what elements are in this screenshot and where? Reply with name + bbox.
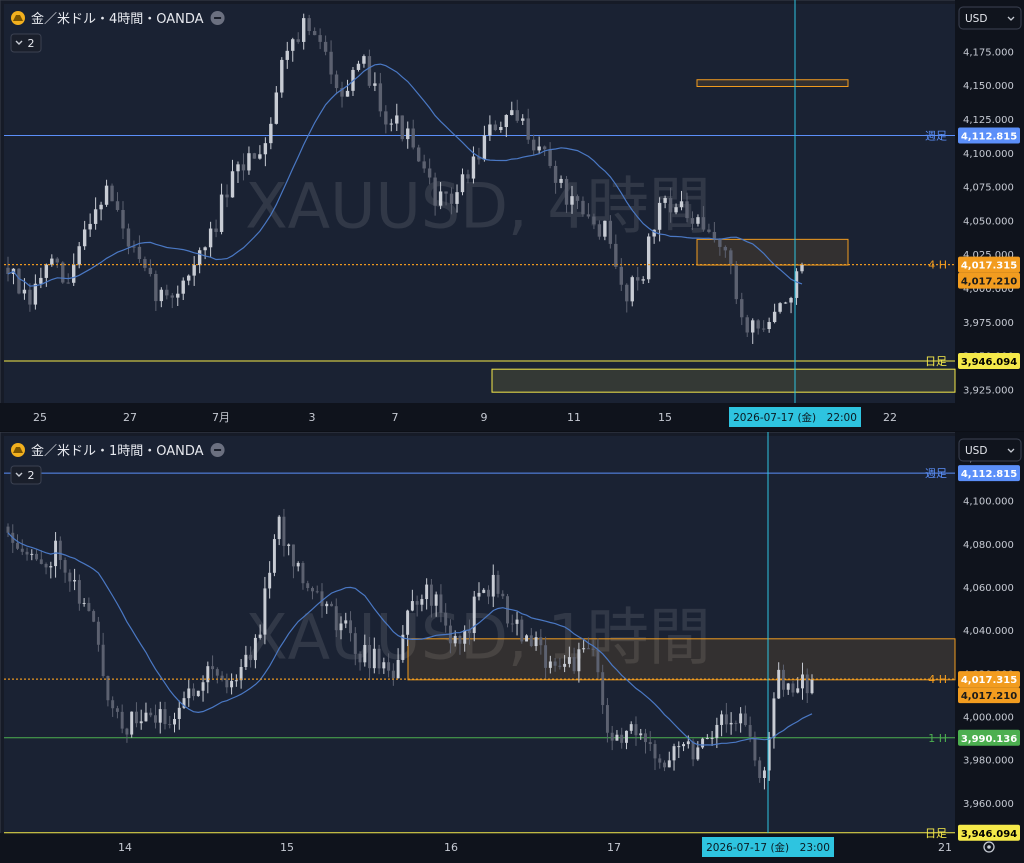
level-label-weekly: 週足: [925, 129, 947, 142]
x-tick-label: 9: [481, 411, 488, 424]
chart-panel-1h[interactable]: XAUUSD, 1時間4,120.0004,100.0004,080.0004,…: [0, 432, 1024, 863]
x-tick-label: 14: [118, 841, 132, 854]
y-tick-label: 4,050.000: [963, 216, 1014, 227]
chart-svg: XAUUSD, 4時間4,200.0004,175.0004,150.0004,…: [0, 0, 1024, 431]
x-tick-label: 7: [392, 411, 399, 424]
x-tick-label: 16: [444, 841, 458, 854]
y-tick-label: 3,975.000: [963, 318, 1014, 329]
level-label-daily: 日足: [925, 827, 947, 840]
y-tick-label: 4,150.000: [963, 81, 1014, 92]
candle[interactable]: [196, 690, 200, 697]
chart-panel-4h[interactable]: XAUUSD, 4時間4,200.0004,175.0004,150.0004,…: [0, 0, 1024, 431]
indicators-toggle-button[interactable]: [10, 33, 42, 53]
level-badge-text-daily: 3,946.094: [961, 357, 1017, 368]
four-hour-zone[interactable]: [407, 638, 956, 681]
price-badge-text: 4,017.210: [961, 691, 1017, 702]
level-label-weekly: 週足: [925, 467, 947, 480]
x-tick-label: 27: [123, 411, 137, 424]
candle[interactable]: [17, 268, 21, 295]
candle[interactable]: [272, 534, 276, 577]
level-badge-text-daily: 3,946.094: [961, 829, 1017, 840]
candle[interactable]: [110, 183, 114, 202]
x-tick-label: 11: [567, 411, 581, 424]
indicators-count: 2: [28, 469, 35, 482]
candle[interactable]: [506, 593, 510, 628]
x-tick-label: 21: [938, 841, 952, 854]
candle[interactable]: [130, 711, 134, 738]
candle[interactable]: [280, 57, 284, 98]
level-badge-text-four-hour: 4,017.315: [961, 675, 1017, 686]
x-tick-label: 17: [607, 841, 621, 854]
candle[interactable]: [400, 115, 404, 142]
y-tick-label: 4,040.000: [963, 626, 1014, 637]
candle[interactable]: [646, 233, 651, 284]
level-badge-text-weekly: 4,112.815: [961, 469, 1017, 480]
x-tick-label: 15: [280, 841, 294, 854]
x-tick-label: 7月: [212, 411, 230, 424]
price-badge-text: 4,017.210: [961, 277, 1017, 288]
daily-zone[interactable]: [491, 368, 956, 393]
level-badge-text-four-hour: 4,017.315: [961, 261, 1017, 272]
candle[interactable]: [520, 615, 524, 644]
level-badge-text-weekly: 4,112.815: [961, 131, 1017, 142]
y-tick-label: 3,980.000: [963, 756, 1014, 767]
chart-svg: XAUUSD, 1時間4,120.0004,100.0004,080.0004,…: [0, 432, 1024, 863]
y-tick-label: 4,100.000: [963, 497, 1014, 508]
y-tick-label: 4,080.000: [963, 540, 1014, 551]
y-tick-label: 4,175.000: [963, 47, 1014, 58]
x-tick-label: 22: [883, 411, 897, 424]
candle[interactable]: [701, 737, 705, 749]
candle[interactable]: [734, 261, 738, 305]
currency-label: USD: [965, 13, 987, 25]
chart-title[interactable]: 金／米ドル・1時間・OANDA: [31, 443, 204, 459]
level-label-four-hour: 4 H: [928, 673, 947, 686]
y-tick-label: 3,960.000: [963, 799, 1014, 810]
y-tick-label: 3,925.000: [963, 385, 1014, 396]
crosshair-time-label: 2026-07-17 (金) 22:00: [733, 411, 857, 424]
indicators-count: 2: [28, 37, 35, 50]
y-tick-label: 4,100.000: [963, 149, 1014, 160]
candle[interactable]: [252, 152, 257, 159]
chart-title[interactable]: 金／米ドル・4時間・OANDA: [31, 11, 204, 27]
currency-label: USD: [965, 445, 987, 457]
y-tick-label: 4,000.000: [963, 712, 1014, 723]
symbol-logo-icon: [11, 11, 25, 25]
watermark: XAUUSD, 4時間: [245, 170, 711, 243]
level-label-daily: 日足: [925, 355, 947, 368]
level-badge-text-one-hour: 3,990.136: [961, 734, 1017, 745]
upper-zone[interactable]: [696, 79, 849, 88]
crosshair-time-label: 2026-07-17 (金) 23:00: [706, 841, 830, 854]
chart-workspace: XAUUSD, 4時間4,200.0004,175.0004,150.0004,…: [0, 0, 1024, 863]
y-tick-label: 4,075.000: [963, 183, 1014, 194]
y-tick-label: 4,125.000: [963, 115, 1014, 126]
level-label-one-hour: 1 H: [928, 732, 947, 745]
x-tick-label: 25: [33, 411, 47, 424]
level-label-four-hour: 4 H: [928, 259, 947, 272]
candle[interactable]: [92, 609, 96, 623]
x-tick-label: 3: [309, 411, 316, 424]
y-tick-label: 4,060.000: [963, 583, 1014, 594]
x-tick-label: 15: [658, 411, 672, 424]
indicators-toggle-button[interactable]: [10, 465, 42, 485]
symbol-logo-icon: [11, 443, 25, 457]
